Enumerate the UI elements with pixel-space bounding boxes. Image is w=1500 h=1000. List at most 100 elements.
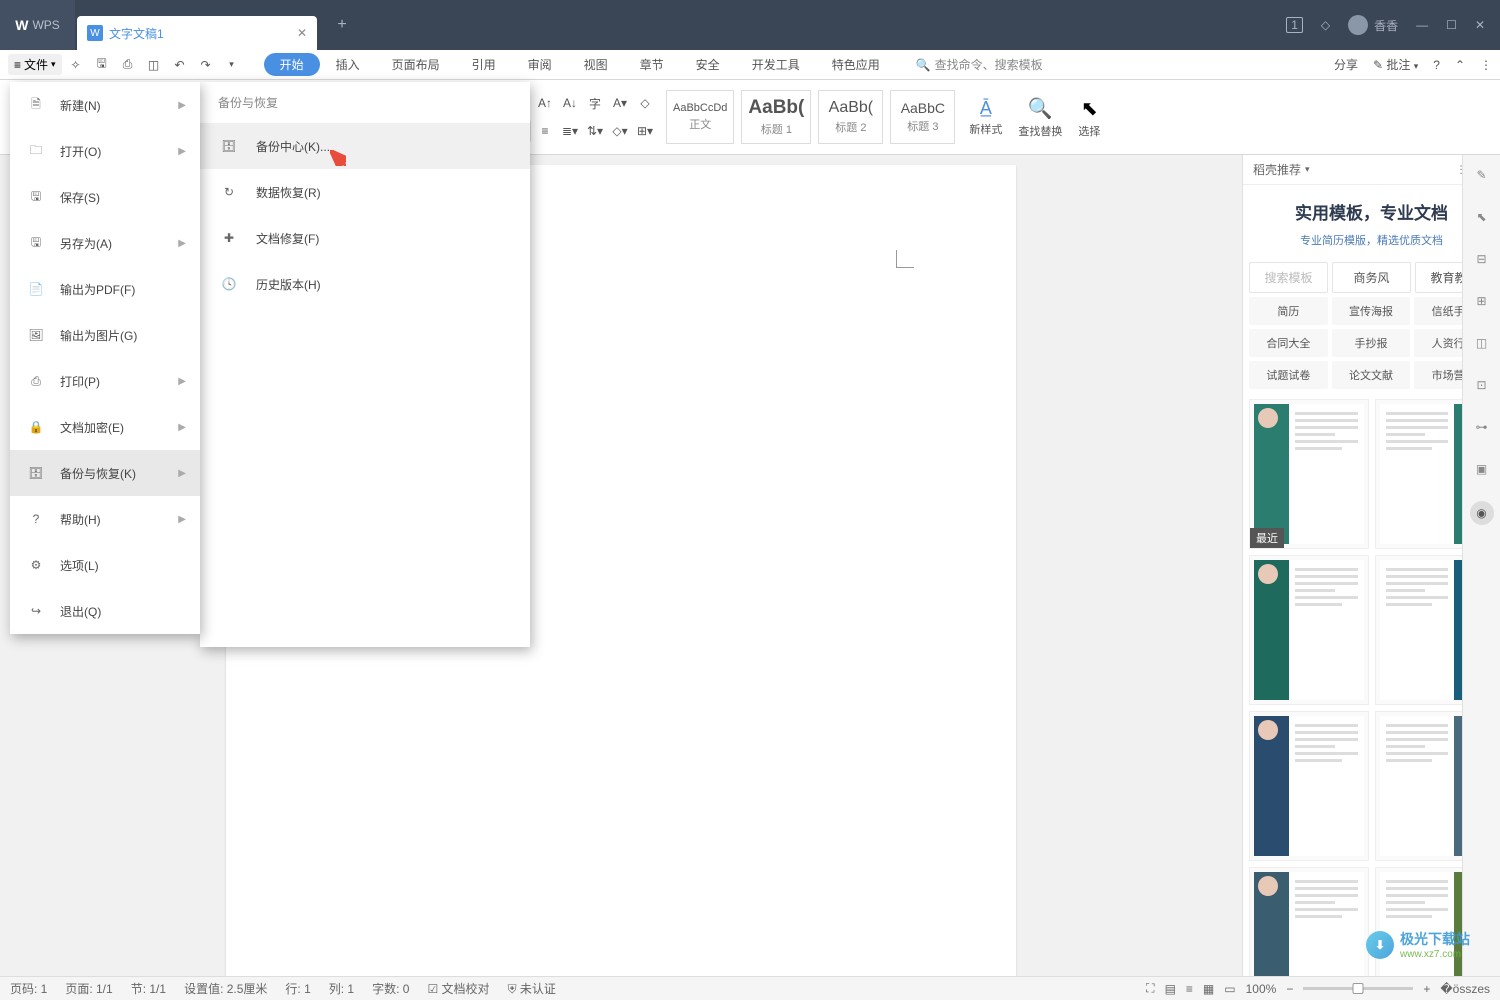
font-increase-icon[interactable]: A↑	[534, 92, 556, 114]
view-outline-icon[interactable]: ≡	[1186, 982, 1193, 996]
user-avatar-icon[interactable]	[1348, 15, 1368, 35]
ribbon-tab-审阅[interactable]: 审阅	[512, 52, 568, 77]
share-button[interactable]: 分享	[1334, 56, 1358, 73]
template-thumb[interactable]	[1249, 711, 1369, 861]
new-style-button[interactable]: Ā̲ 新样式	[961, 98, 1010, 137]
help-icon[interactable]: ?	[1433, 58, 1440, 72]
wps-logo[interactable]: W WPS	[0, 0, 75, 50]
find-replace-button[interactable]: 🔍 查找替换	[1010, 96, 1070, 139]
status-words[interactable]: 字数: 0	[372, 980, 409, 997]
asian-layout-icon[interactable]: 字	[584, 92, 606, 114]
print-icon[interactable]: ⎙	[116, 53, 140, 77]
file-menu-backup[interactable]: 🗄备份与恢复(K)▶	[10, 450, 200, 496]
status-row[interactable]: 行: 1	[285, 980, 310, 997]
save-icon[interactable]: 🖫	[90, 53, 114, 77]
status-section[interactable]: 节: 1/1	[131, 980, 166, 997]
template-cat[interactable]: 试题试卷	[1249, 361, 1328, 389]
clear-format-icon[interactable]: ◇	[634, 92, 656, 114]
print-preview-icon[interactable]: ◫	[142, 53, 166, 77]
file-menu-exit[interactable]: ↪退出(Q)	[10, 588, 200, 634]
line-spacing-icon[interactable]: ⇅▾	[584, 120, 606, 142]
file-menu-save[interactable]: 🖫保存(S)	[10, 174, 200, 220]
new-doc-icon[interactable]: ✧	[64, 53, 88, 77]
template-cat[interactable]: 手抄报	[1332, 329, 1411, 357]
submenu-backup-center[interactable]: 🗄备份中心(K)...	[200, 123, 530, 169]
command-search[interactable]: 🔍 查找命令、搜索模板	[916, 56, 1043, 73]
style-3[interactable]: AaBbC标题 3	[890, 90, 955, 144]
template-tab-business[interactable]: 商务风	[1332, 262, 1411, 293]
ribbon-tab-插入[interactable]: 插入	[320, 52, 376, 77]
close-icon[interactable]: ✕	[1475, 18, 1485, 32]
qat-more-icon[interactable]: ▾	[220, 53, 244, 77]
template-thumb[interactable]: 最近	[1249, 399, 1369, 549]
file-menu-gear[interactable]: ⚙选项(L)	[10, 542, 200, 588]
file-menu-folder[interactable]: 🗀打开(O)▶	[10, 128, 200, 174]
view-page-icon[interactable]: ▤	[1165, 982, 1176, 996]
font-decrease-icon[interactable]: A↓	[559, 92, 581, 114]
table-icon[interactable]: ⊞	[1472, 291, 1492, 311]
maximize-icon[interactable]: ☐	[1446, 18, 1457, 32]
file-menu-pdf[interactable]: 📄输出为PDF(F)	[10, 266, 200, 312]
ribbon-tab-开始[interactable]: 开始	[264, 53, 320, 76]
status-col[interactable]: 列: 1	[329, 980, 354, 997]
edit-tool-icon[interactable]: ✎	[1472, 165, 1492, 185]
template-cat[interactable]: 论文文献	[1332, 361, 1411, 389]
border-icon[interactable]: ⊞▾	[634, 120, 656, 142]
template-rail-icon[interactable]: ◉	[1470, 501, 1494, 525]
submenu-repair[interactable]: ✚文档修复(F)	[200, 215, 530, 261]
status-proof[interactable]: ☑ 文档校对	[427, 980, 489, 997]
fit-icon[interactable]: �összes	[1440, 982, 1490, 996]
zoom-value[interactable]: 100%	[1246, 982, 1277, 996]
template-cat[interactable]: 合同大全	[1249, 329, 1328, 357]
file-menu-button[interactable]: ≡ 文件 ▾	[8, 54, 62, 75]
file-menu-file-plus[interactable]: 🗎新建(N)▶	[10, 82, 200, 128]
close-tab-icon[interactable]: ✕	[297, 26, 307, 40]
image-icon[interactable]: ▣	[1472, 459, 1492, 479]
ribbon-tab-视图[interactable]: 视图	[568, 52, 624, 77]
justify-icon[interactable]: ≣▾	[559, 120, 581, 142]
ribbon-tab-开发工具[interactable]: 开发工具	[736, 52, 816, 77]
shading-icon[interactable]: ◇▾	[609, 120, 631, 142]
review-button[interactable]: ✎ 批注 ▾	[1373, 56, 1418, 73]
new-tab-button[interactable]: +	[327, 10, 357, 40]
chart-icon[interactable]: ◫	[1472, 333, 1492, 353]
template-thumb[interactable]	[1249, 555, 1369, 705]
ribbon-tab-安全[interactable]: 安全	[680, 52, 736, 77]
ribbon-tab-章节[interactable]: 章节	[624, 52, 680, 77]
ribbon-tab-特色应用[interactable]: 特色应用	[816, 52, 896, 77]
file-menu-image[interactable]: 🖼输出为图片(G)	[10, 312, 200, 358]
collapse-ribbon-icon[interactable]: ⌃	[1455, 58, 1465, 72]
undo-icon[interactable]: ↶	[168, 53, 192, 77]
zoom-in-icon[interactable]: +	[1423, 982, 1430, 996]
skin-icon[interactable]: ◇	[1321, 18, 1330, 32]
notification-icon[interactable]: 1	[1286, 17, 1303, 33]
select-tool-icon[interactable]: ⬉	[1472, 207, 1492, 227]
select-button[interactable]: ⬉ 选择	[1070, 96, 1108, 139]
status-setting[interactable]: 设置值: 2.5厘米	[184, 980, 267, 997]
view-web-icon[interactable]: ▦	[1203, 982, 1214, 996]
align-right-icon[interactable]: ≡	[534, 120, 556, 142]
link-icon[interactable]: ⊶	[1472, 417, 1492, 437]
chevron-down-icon[interactable]: ▾	[1305, 164, 1310, 175]
ribbon-tab-引用[interactable]: 引用	[456, 52, 512, 77]
submenu-recover[interactable]: ↻数据恢复(R)	[200, 169, 530, 215]
status-page-no[interactable]: 页码: 1	[10, 980, 47, 997]
char-border-icon[interactable]: A▾	[609, 92, 631, 114]
submenu-history[interactable]: 🕓历史版本(H)	[200, 261, 530, 307]
fullscreen-icon[interactable]: ⛶	[1146, 981, 1154, 996]
style-0[interactable]: AaBbCcDd正文	[666, 90, 734, 144]
status-auth[interactable]: ⛨ 未认证	[508, 980, 556, 997]
ribbon-tab-页面布局[interactable]: 页面布局	[376, 52, 456, 77]
zoom-slider[interactable]	[1303, 987, 1413, 990]
file-menu-save-as[interactable]: 🖫另存为(A)▶	[10, 220, 200, 266]
file-menu-help[interactable]: ?帮助(H)▶	[10, 496, 200, 542]
template-thumb[interactable]	[1249, 867, 1369, 976]
outline-icon[interactable]: ⊟	[1472, 249, 1492, 269]
style-2[interactable]: AaBb(标题 2	[818, 90, 883, 144]
more-icon[interactable]: ⋮	[1480, 58, 1492, 72]
template-cat[interactable]: 宣传海报	[1332, 297, 1411, 325]
minimize-icon[interactable]: —	[1416, 18, 1428, 32]
file-menu-print[interactable]: ⎙打印(P)▶	[10, 358, 200, 404]
read-mode-icon[interactable]: ▭	[1224, 982, 1235, 996]
status-page[interactable]: 页面: 1/1	[65, 980, 112, 997]
